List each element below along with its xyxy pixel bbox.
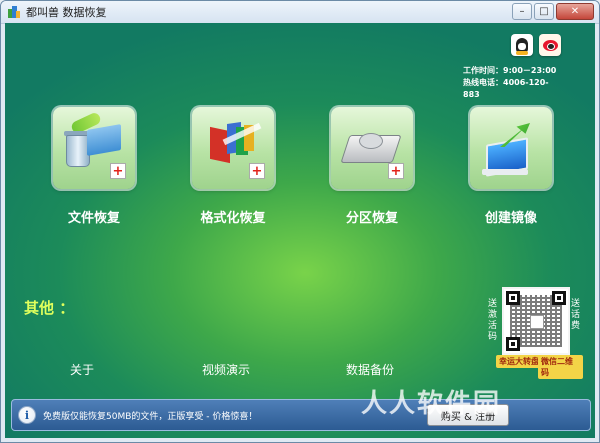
format-recovery-button[interactable]: +	[192, 107, 274, 189]
file-recovery-label[interactable]: 文件恢复	[34, 207, 154, 226]
notice-bar: i 免费版仅能恢复50MB的文件，正版享受 - 价格惊喜！ 购买 & 注册	[11, 399, 591, 431]
contact-info: 工作时间：9:00－23:00 热线电话：4006-120-883	[463, 65, 561, 101]
main-panel: 工作时间：9:00－23:00 热线电话：4006-120-883 + 文件恢复…	[5, 23, 595, 438]
partition-recovery-label[interactable]: 分区恢复	[312, 207, 432, 226]
qr-tag-left: 幸运大转盘	[496, 355, 542, 368]
file-recovery-icon: +	[53, 107, 135, 189]
weibo-icon[interactable]	[539, 34, 561, 56]
about-link[interactable]: 关于	[70, 361, 94, 378]
social-links	[511, 34, 561, 56]
notice-text: 免费版仅能恢复50MB的文件，正版享受 - 价格惊喜！	[43, 411, 258, 422]
maximize-button[interactable]: □	[534, 3, 554, 20]
video-demo-link[interactable]: 视频演示	[202, 361, 250, 378]
hotline: 热线电话：4006-120-883	[463, 78, 549, 99]
qr-code-icon	[502, 287, 570, 355]
format-recovery-label[interactable]: 格式化恢复	[173, 207, 293, 226]
watermark-text: 人人软件园	[361, 389, 502, 419]
plus-icon: +	[388, 163, 404, 179]
qr-promo[interactable]: 送激活码 送话费 幸运大转盘 微信二维码	[488, 285, 583, 383]
plus-icon: +	[249, 163, 265, 179]
title-bar[interactable]: 都叫兽 数据恢复 – □ ✕	[1, 1, 599, 24]
work-hours: 工作时间：9:00－23:00	[463, 66, 557, 75]
qq-icon[interactable]	[511, 34, 533, 56]
format-recovery-icon: +	[192, 107, 274, 189]
info-icon: i	[18, 406, 36, 424]
minimize-button[interactable]: –	[512, 3, 532, 20]
others-heading: 其他 ：	[24, 299, 75, 317]
partition-recovery-icon: +	[331, 107, 413, 189]
plus-icon: +	[110, 163, 126, 179]
create-image-icon	[470, 107, 552, 189]
window-controls: – □ ✕	[512, 3, 594, 20]
file-recovery-button[interactable]: +	[53, 107, 135, 189]
create-image-button[interactable]	[470, 107, 552, 189]
close-button[interactable]: ✕	[556, 3, 594, 20]
data-backup-link[interactable]: 数据备份	[346, 361, 394, 378]
qr-left-text: 送激活码	[488, 299, 498, 342]
partition-recovery-button[interactable]: +	[331, 107, 413, 189]
qr-right-text: 送话费	[571, 299, 581, 331]
window-title: 都叫兽 数据恢复	[26, 6, 107, 19]
create-image-label[interactable]: 创建镜像	[451, 207, 571, 226]
app-logo-icon	[7, 5, 21, 19]
app-window: 都叫兽 数据恢复 – □ ✕ 工作时间：9:00－23:00 热线电话：4006…	[0, 0, 600, 443]
qr-tag-right: 微信二维码	[538, 355, 583, 379]
